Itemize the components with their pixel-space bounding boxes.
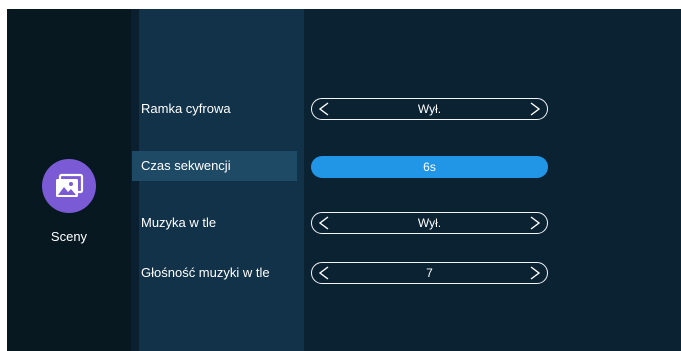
- chevron-left-icon[interactable]: [318, 216, 330, 230]
- chevron-right-icon[interactable]: [529, 102, 541, 116]
- sidebar-item-sceny[interactable]: Sceny: [34, 159, 104, 249]
- sidebar-item-label: Sceny: [50, 229, 88, 244]
- setting-value: Wył.: [417, 102, 442, 116]
- setting-value: 6s: [423, 160, 436, 174]
- setting-label-czas-sekwencji[interactable]: Czas sekwencji: [132, 151, 297, 181]
- setting-label-glosnosc-muzyki[interactable]: Głośność muzyki w tle: [132, 258, 297, 288]
- setting-selector-ramka-cyfrowa[interactable]: Wył.: [311, 98, 548, 120]
- setting-selector-glosnosc-muzyki[interactable]: 7: [311, 262, 548, 284]
- settings-screen: Sceny: [7, 9, 681, 351]
- chevron-left-icon[interactable]: [318, 102, 330, 116]
- values-column: [304, 9, 681, 351]
- image-gallery-icon: [42, 159, 96, 213]
- chevron-right-icon[interactable]: [529, 216, 541, 230]
- setting-value: 7: [426, 266, 433, 280]
- sidebar: Sceny: [7, 9, 131, 351]
- chevron-left-icon[interactable]: [318, 266, 330, 280]
- chevron-right-icon[interactable]: [529, 266, 541, 280]
- setting-selector-czas-sekwencji[interactable]: 6s: [311, 156, 548, 178]
- setting-selector-muzyka-w-tle[interactable]: Wył.: [311, 212, 548, 234]
- setting-value: Wył.: [417, 216, 442, 230]
- setting-label-ramka-cyfrowa[interactable]: Ramka cyfrowa: [132, 94, 297, 124]
- setting-label-muzyka-w-tle[interactable]: Muzyka w tle: [132, 208, 297, 238]
